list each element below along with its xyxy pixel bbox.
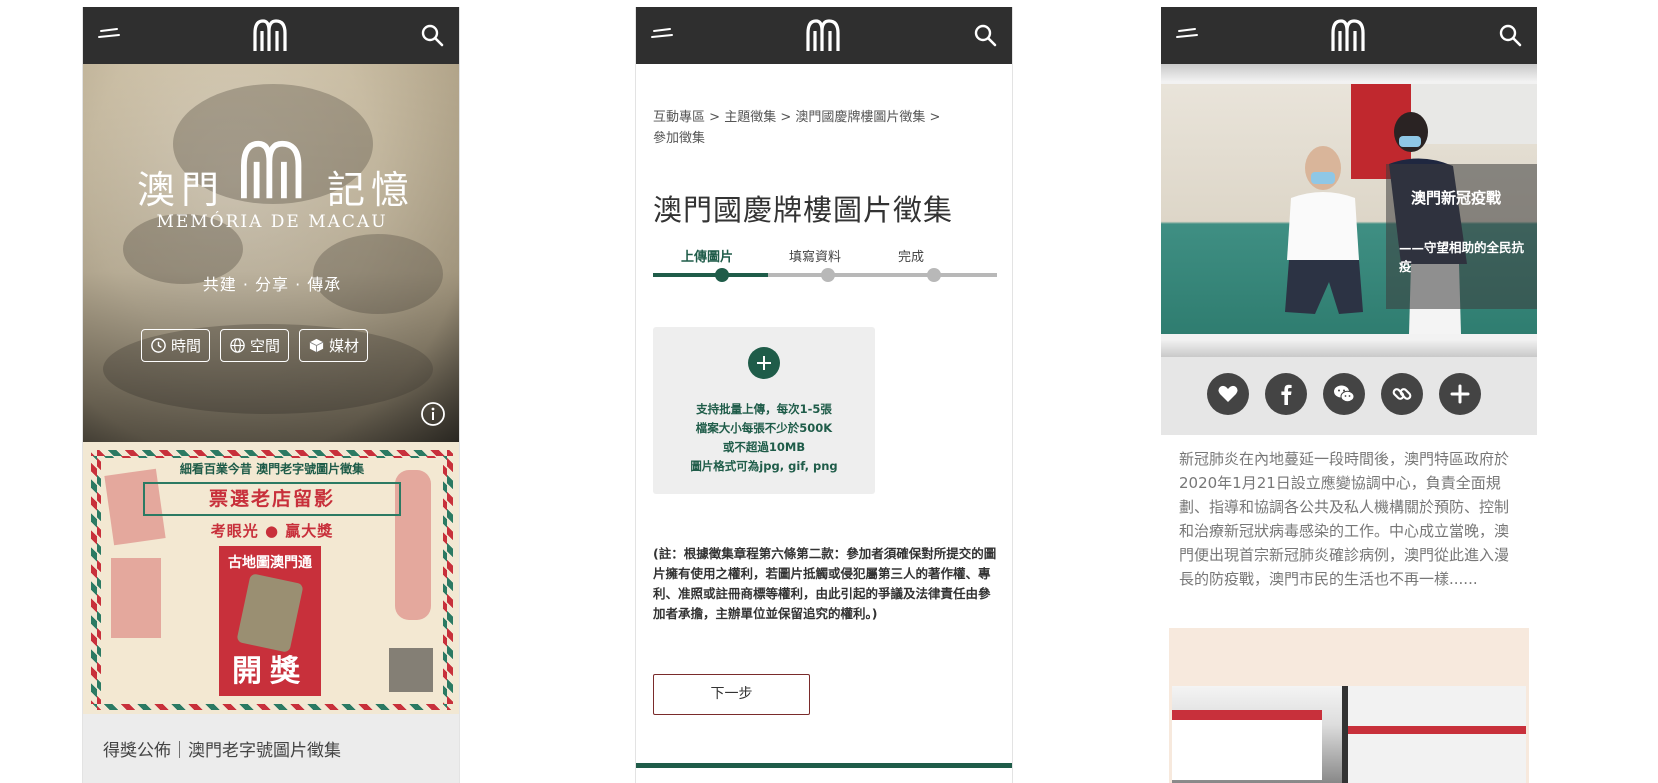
screen-home: 澳門 記憶 MEMÓRIA DE MACAU 共建 · 分享 · 傳承 時間 空… — [82, 7, 460, 783]
menu-icon[interactable] — [650, 23, 676, 47]
hero-title-left: 澳門 — [137, 168, 226, 212]
breadcrumb-separator: > — [929, 110, 941, 125]
media-button-label: 媒材 — [329, 337, 360, 355]
menu-icon[interactable] — [97, 23, 123, 47]
hero-banner: 澳門 記憶 MEMÓRIA DE MACAU 共建 · 分享 · 傳承 時間 空… — [83, 64, 459, 442]
hero-shade — [83, 64, 459, 442]
news-caption-title: 得獎公佈｜澳門老字號圖片徵集 — [103, 741, 341, 761]
memoria-logo-icon[interactable] — [802, 17, 846, 55]
media-viewer: 澳門新冠疫戰 ——守望相助的全民抗疫 — [1161, 64, 1537, 357]
step-done-label: 完成 — [898, 250, 925, 265]
space-button-label: 空間 — [250, 337, 281, 355]
time-button[interactable]: 時間 — [141, 329, 211, 362]
transit-card-image — [236, 573, 304, 653]
breadcrumb-separator: > — [780, 110, 796, 125]
memoria-logo-icon — [241, 140, 302, 199]
search-icon[interactable] — [972, 22, 998, 48]
overlay-subtitle: ——守望相助的全民抗疫 — [1399, 240, 1525, 274]
step-dot-active — [715, 268, 729, 282]
photo-ambulance-stripe — [1348, 726, 1526, 734]
wechat-share-button[interactable] — [1323, 373, 1365, 415]
search-icon[interactable] — [419, 22, 445, 48]
breadcrumb-separator: > — [709, 110, 725, 125]
poster-tagline: 考眼光 ● 贏大獎 — [210, 522, 334, 540]
breadcrumb-item[interactable]: 澳門國慶牌樓圖片徵集 — [795, 110, 925, 125]
next-step-button[interactable]: 下一步 — [653, 674, 810, 715]
upload-rule: 或不超過10MB — [722, 440, 806, 454]
prize-panel-label: 開獎 — [232, 654, 308, 689]
page-title: 澳門國慶牌樓圖片徵集 — [653, 193, 954, 227]
step-dot — [821, 268, 835, 282]
top-bar — [636, 7, 1012, 64]
info-icon[interactable] — [420, 401, 446, 427]
poster-prize-panel: 古地圖澳門通 開獎 — [219, 546, 321, 696]
clock-icon — [151, 338, 166, 353]
overlay-title: 澳門新冠疫戰 — [1411, 189, 1502, 207]
article-body: 新冠肺炎在內地蔓延一段時間後，澳門特區政府於2020年1月21日設立應變協調中心… — [1179, 450, 1510, 588]
plus-icon — [1450, 384, 1470, 404]
screen-upload: 互動專區 > 主題徵集 > 澳門國慶牌樓圖片徵集 > 參加徵集 澳門國慶牌樓圖片… — [635, 7, 1013, 783]
like-button[interactable] — [1207, 373, 1249, 415]
upload-rule: 支持批量上傳，每次1-5張 — [696, 402, 832, 416]
memoria-logo-icon[interactable] — [249, 17, 293, 55]
step-dot — [927, 268, 941, 282]
media-button[interactable]: 媒材 — [299, 329, 369, 362]
copy-link-button[interactable] — [1381, 373, 1423, 415]
ambulance-photo — [1172, 686, 1526, 783]
cube-icon — [309, 338, 324, 353]
memoria-logo-icon[interactable] — [1327, 17, 1371, 55]
step-details-label: 填寫資料 — [789, 250, 842, 265]
progress-fill — [653, 273, 768, 277]
vaccination-photo[interactable]: 澳門新冠疫戰 ——守望相助的全民抗疫 — [1161, 84, 1537, 334]
space-button[interactable]: 空間 — [220, 329, 290, 362]
step-upload-label: 上傳圖片 — [681, 250, 734, 265]
wechat-icon — [1334, 385, 1355, 403]
upload-instructions: 支持批量上傳，每次1-5張 檔案大小每張不少於500K 或不超過10MB 圖片格… — [653, 400, 875, 476]
hero-slogan: 共建 · 分享 · 傳承 — [202, 275, 342, 294]
upload-dropzone[interactable]: 支持批量上傳，每次1-5張 檔案大小每張不少於500K 或不超過10MB 圖片格… — [653, 327, 875, 494]
add-icon[interactable] — [748, 347, 780, 379]
promo-poster[interactable]: 細看百業今昔 澳門老字號圖片徵集 票選老店留影 考眼光 ● 贏大獎 古地圖澳門通… — [83, 442, 459, 714]
qr-code — [389, 648, 433, 692]
top-bar — [1161, 7, 1537, 64]
breadcrumb-item[interactable]: 互動專區 — [653, 110, 705, 125]
globe-icon — [230, 338, 245, 353]
hero-subtitle: MEMÓRIA DE MACAU — [156, 212, 388, 232]
screen-article: 澳門新冠疫戰 ——守望相助的全民抗疫 新冠肺炎在內地蔓延一段時間後，澳門特區政府… — [1161, 7, 1537, 783]
news-caption[interactable]: 得獎公佈｜澳門老字號圖片徵集 — [83, 714, 459, 783]
more-share-button[interactable] — [1439, 373, 1481, 415]
related-image[interactable] — [1169, 628, 1529, 783]
breadcrumb: 互動專區 > 主題徵集 > 澳門國慶牌樓圖片徵集 > 參加徵集 — [653, 107, 973, 149]
photo-bus — [1172, 710, 1322, 780]
footer-bar — [636, 763, 1012, 768]
breadcrumb-item[interactable]: 主題徵集 — [724, 110, 776, 125]
breadcrumb-current: 參加徵集 — [653, 131, 706, 146]
poster-title: 票選老店留影 — [143, 482, 401, 516]
photo-ambulance — [1342, 686, 1526, 783]
poster-photos — [111, 558, 161, 638]
legal-note: (註：根據徵集章程第六條第二款：參加者須確保對所提交的圖片擁有使用之權利，若圖片… — [653, 546, 997, 621]
photo-caption-overlay — [1386, 164, 1537, 309]
link-icon — [1392, 388, 1412, 400]
search-icon[interactable] — [1497, 22, 1523, 48]
time-button-label: 時間 — [171, 337, 202, 355]
heart-icon — [1218, 385, 1238, 402]
upload-rule: 檔案大小每張不少於500K — [695, 421, 833, 435]
hero-buttons: 時間 空間 媒材 — [141, 329, 369, 362]
share-bar — [1161, 357, 1537, 435]
poster-headline: 細看百業今昔 澳門老字號圖片徵集 — [179, 462, 365, 476]
top-bar — [83, 7, 459, 64]
facebook-icon — [1281, 384, 1292, 405]
prize-panel-title: 古地圖澳門通 — [228, 555, 312, 571]
hero-title-right: 記憶 — [327, 168, 416, 212]
progress-steps: 上傳圖片 填寫資料 完成 — [653, 246, 997, 286]
upload-rule: 圖片格式可為jpg, gif, png — [690, 459, 838, 473]
facebook-share-button[interactable] — [1265, 373, 1307, 415]
menu-icon[interactable] — [1175, 23, 1201, 47]
photo-seated-man — [1285, 146, 1363, 314]
